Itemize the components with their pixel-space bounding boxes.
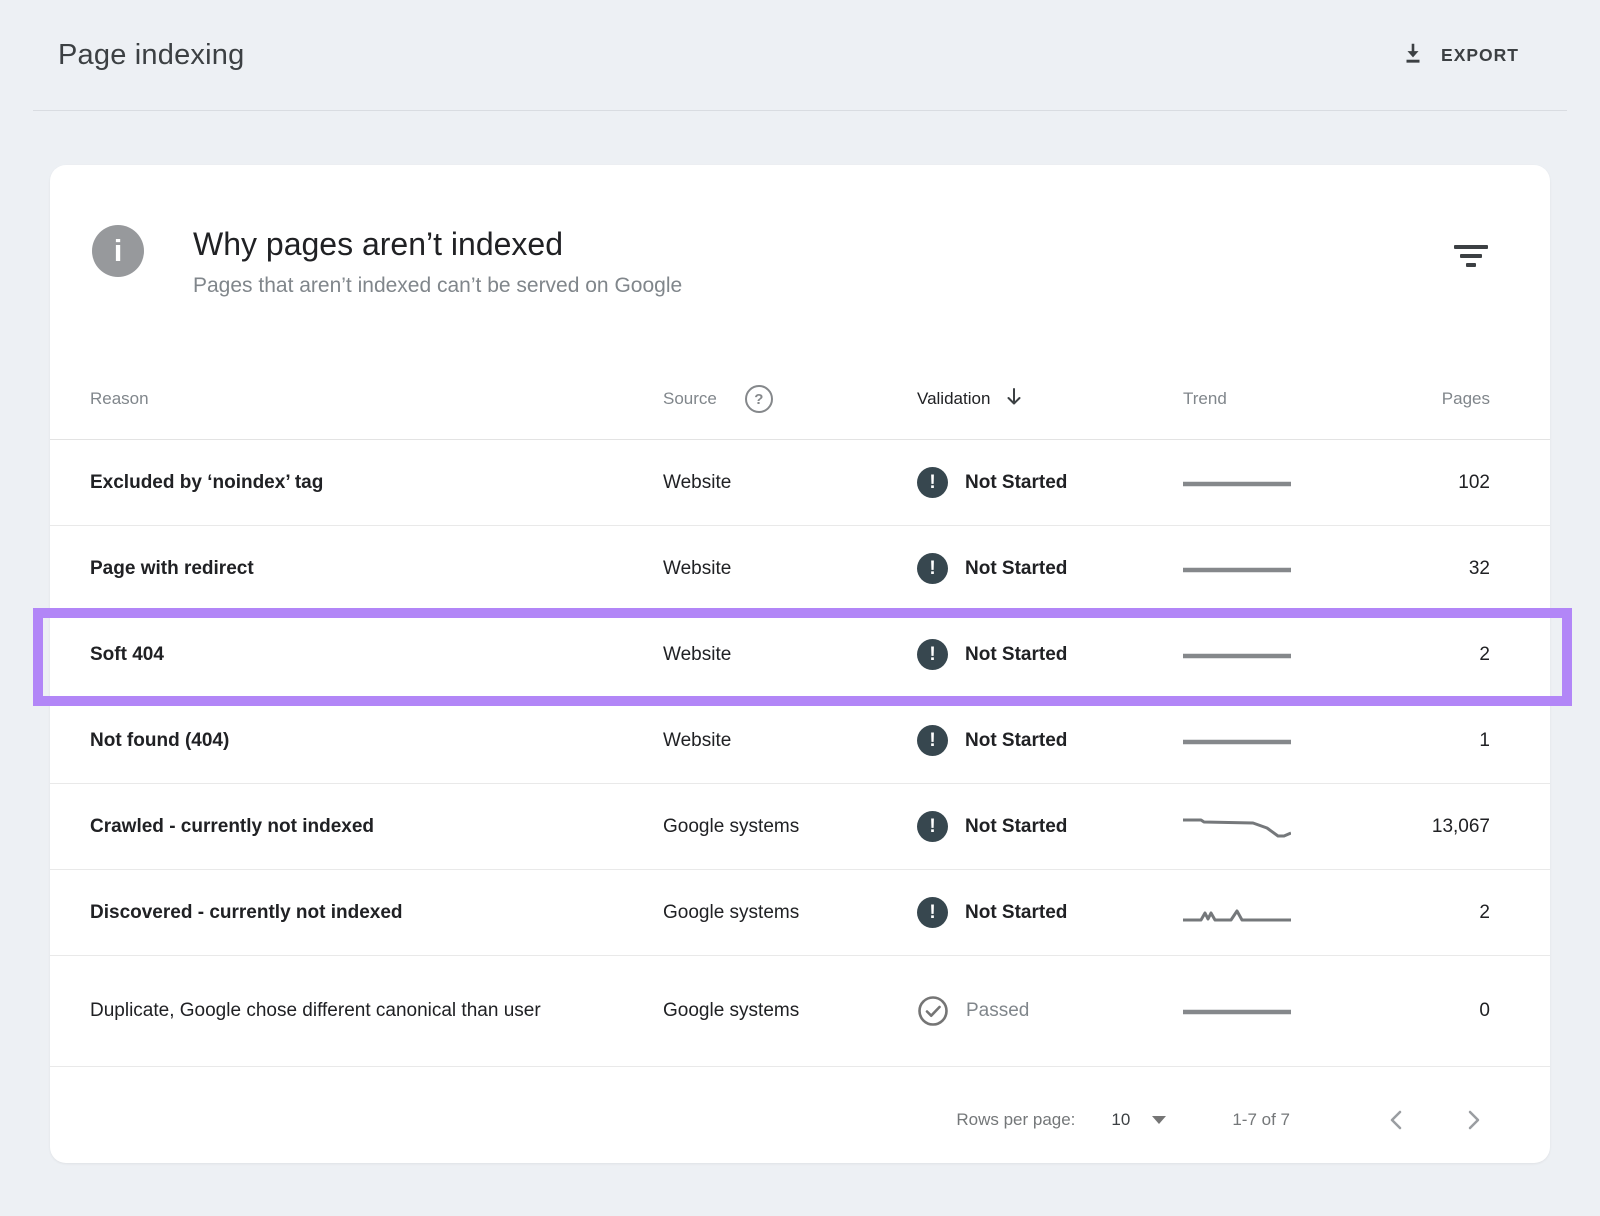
row-pages-count: 1	[1333, 730, 1490, 752]
page-indexing-screen: Page indexing EXPORT i Why pages aren’t …	[0, 0, 1600, 1216]
help-circle-icon[interactable]: ?	[745, 385, 773, 413]
validation-status-label: Passed	[966, 1000, 1029, 1022]
filter-list-icon[interactable]	[1454, 245, 1488, 267]
row-validation: ! Not Started	[917, 811, 1183, 842]
column-header-validation[interactable]: Validation	[917, 386, 1183, 413]
next-page-chevron-icon[interactable]	[1460, 1107, 1486, 1133]
card-header: i Why pages aren’t indexed Pages that ar…	[50, 165, 1550, 317]
rows-per-page-label: Rows per page:	[956, 1110, 1075, 1130]
table-row[interactable]: Excluded by ‘noindex’ tag Website ! Not …	[50, 440, 1550, 526]
rows-per-page-value[interactable]: 10	[1111, 1110, 1130, 1130]
row-validation: ! Not Started	[917, 639, 1183, 670]
row-reason: Duplicate, Google chose different canoni…	[90, 994, 663, 1027]
column-header-reason: Reason	[90, 389, 663, 409]
row-source: Google systems	[663, 1000, 917, 1022]
column-header-trend: Trend	[1183, 389, 1333, 409]
table-row[interactable]: Soft 404 Website ! Not Started 2	[50, 612, 1550, 698]
row-validation: Passed	[917, 995, 1183, 1027]
row-trend-sparkline	[1183, 728, 1333, 754]
table-row[interactable]: Duplicate, Google chose different canoni…	[50, 956, 1550, 1067]
row-reason: Page with redirect	[90, 552, 663, 585]
validation-status-label: Not Started	[965, 644, 1067, 666]
validation-status-label: Not Started	[965, 902, 1067, 924]
row-reason: Not found (404)	[90, 724, 663, 757]
export-label: EXPORT	[1441, 45, 1519, 66]
exclamation-circle-icon: !	[917, 725, 948, 756]
card-header-text: Why pages aren’t indexed Pages that aren…	[193, 225, 682, 317]
table-footer: Rows per page: 10 1-7 of 7	[50, 1067, 1550, 1172]
row-validation: ! Not Started	[917, 467, 1183, 498]
row-trend-sparkline	[1183, 556, 1333, 582]
row-trend-sparkline	[1183, 642, 1333, 668]
card-title: Why pages aren’t indexed	[193, 225, 682, 263]
row-source: Google systems	[663, 816, 917, 838]
table-row[interactable]: Discovered - currently not indexed Googl…	[50, 870, 1550, 956]
check-circle-icon	[917, 995, 949, 1027]
table-body: Excluded by ‘noindex’ tag Website ! Not …	[50, 440, 1550, 1067]
row-reason: Discovered - currently not indexed	[90, 896, 663, 929]
row-trend-sparkline	[1183, 814, 1333, 840]
exclamation-circle-icon: !	[917, 811, 948, 842]
row-pages-count: 2	[1333, 644, 1490, 666]
validation-status-label: Not Started	[965, 730, 1067, 752]
download-icon	[1400, 40, 1426, 71]
page-title: Page indexing	[58, 39, 244, 72]
table-row[interactable]: Not found (404) Website ! Not Started 1	[50, 698, 1550, 784]
row-pages-count: 102	[1333, 472, 1490, 494]
row-trend-sparkline	[1183, 900, 1333, 926]
row-trend-sparkline	[1183, 998, 1333, 1024]
validation-status-label: Not Started	[965, 816, 1067, 838]
row-reason: Crawled - currently not indexed	[90, 810, 663, 843]
column-header-source: Source ?	[663, 385, 917, 413]
pagination-range-label: 1-7 of 7	[1232, 1110, 1290, 1130]
row-reason: Excluded by ‘noindex’ tag	[90, 466, 663, 499]
table-row[interactable]: Page with redirect Website ! Not Started…	[50, 526, 1550, 612]
row-source: Website	[663, 730, 917, 752]
column-header-pages: Pages	[1333, 389, 1490, 409]
row-pages-count: 13,067	[1333, 816, 1490, 838]
row-pages-count: 0	[1333, 1000, 1490, 1022]
row-pages-count: 2	[1333, 902, 1490, 924]
top-header: Page indexing EXPORT	[33, 0, 1567, 111]
row-validation: ! Not Started	[917, 897, 1183, 928]
validation-status-label: Not Started	[965, 472, 1067, 494]
why-pages-arent-indexed-card: i Why pages aren’t indexed Pages that ar…	[50, 165, 1550, 1163]
exclamation-circle-icon: !	[917, 897, 948, 928]
exclamation-circle-icon: !	[917, 553, 948, 584]
table-header-row: Reason Source ? Validation Trend Pages	[50, 359, 1550, 440]
card-subtitle: Pages that aren’t indexed can’t be serve…	[193, 274, 682, 298]
exclamation-circle-icon: !	[917, 467, 948, 498]
row-source: Website	[663, 644, 917, 666]
row-source: Website	[663, 558, 917, 580]
sort-arrow-down-icon	[1004, 386, 1024, 413]
previous-page-chevron-icon[interactable]	[1384, 1107, 1410, 1133]
row-source: Website	[663, 472, 917, 494]
table-row[interactable]: Crawled - currently not indexed Google s…	[50, 784, 1550, 870]
row-pages-count: 32	[1333, 558, 1490, 580]
row-reason: Soft 404	[90, 638, 663, 671]
info-icon: i	[92, 225, 144, 277]
exclamation-circle-icon: !	[917, 639, 948, 670]
export-button[interactable]: EXPORT	[1400, 40, 1519, 71]
row-validation: ! Not Started	[917, 725, 1183, 756]
row-validation: ! Not Started	[917, 553, 1183, 584]
row-trend-sparkline	[1183, 470, 1333, 496]
rows-per-page-caret-icon[interactable]	[1152, 1116, 1166, 1124]
row-source: Google systems	[663, 902, 917, 924]
validation-status-label: Not Started	[965, 558, 1067, 580]
